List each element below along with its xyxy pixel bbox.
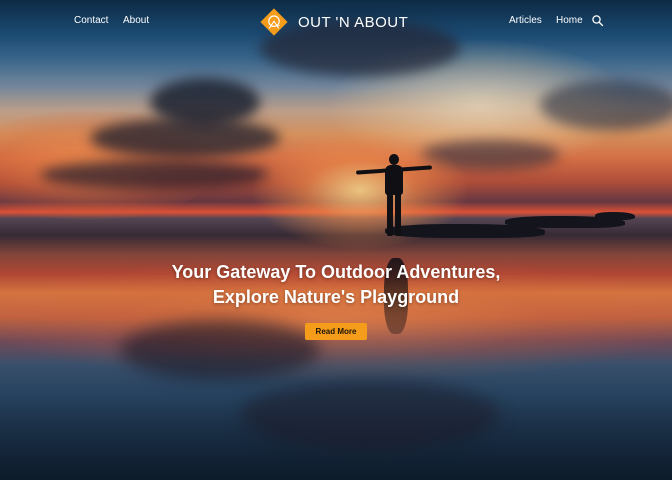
nav-link-home[interactable]: Home	[556, 15, 583, 26]
logo-mark-icon	[260, 8, 288, 36]
read-more-button[interactable]: Read More	[305, 323, 367, 340]
nav-link-about[interactable]: About	[123, 15, 149, 26]
hero-background	[0, 0, 672, 480]
search-icon	[592, 15, 604, 27]
site-logo[interactable]: OUT 'N ABOUT	[258, 5, 408, 39]
hero-title: Your Gateway To Outdoor Adventures, Expl…	[86, 260, 586, 310]
hero-title-line-1: Your Gateway To Outdoor Adventures,	[171, 262, 501, 282]
hero-overlay	[0, 0, 672, 480]
logo-text: OUT 'N ABOUT	[298, 13, 409, 31]
hero-title-line-2: Explore Nature's Playground	[212, 287, 460, 307]
nav-link-articles[interactable]: Articles	[509, 15, 542, 26]
search-button[interactable]	[591, 14, 605, 28]
nav-link-contact[interactable]: Contact	[74, 15, 108, 26]
